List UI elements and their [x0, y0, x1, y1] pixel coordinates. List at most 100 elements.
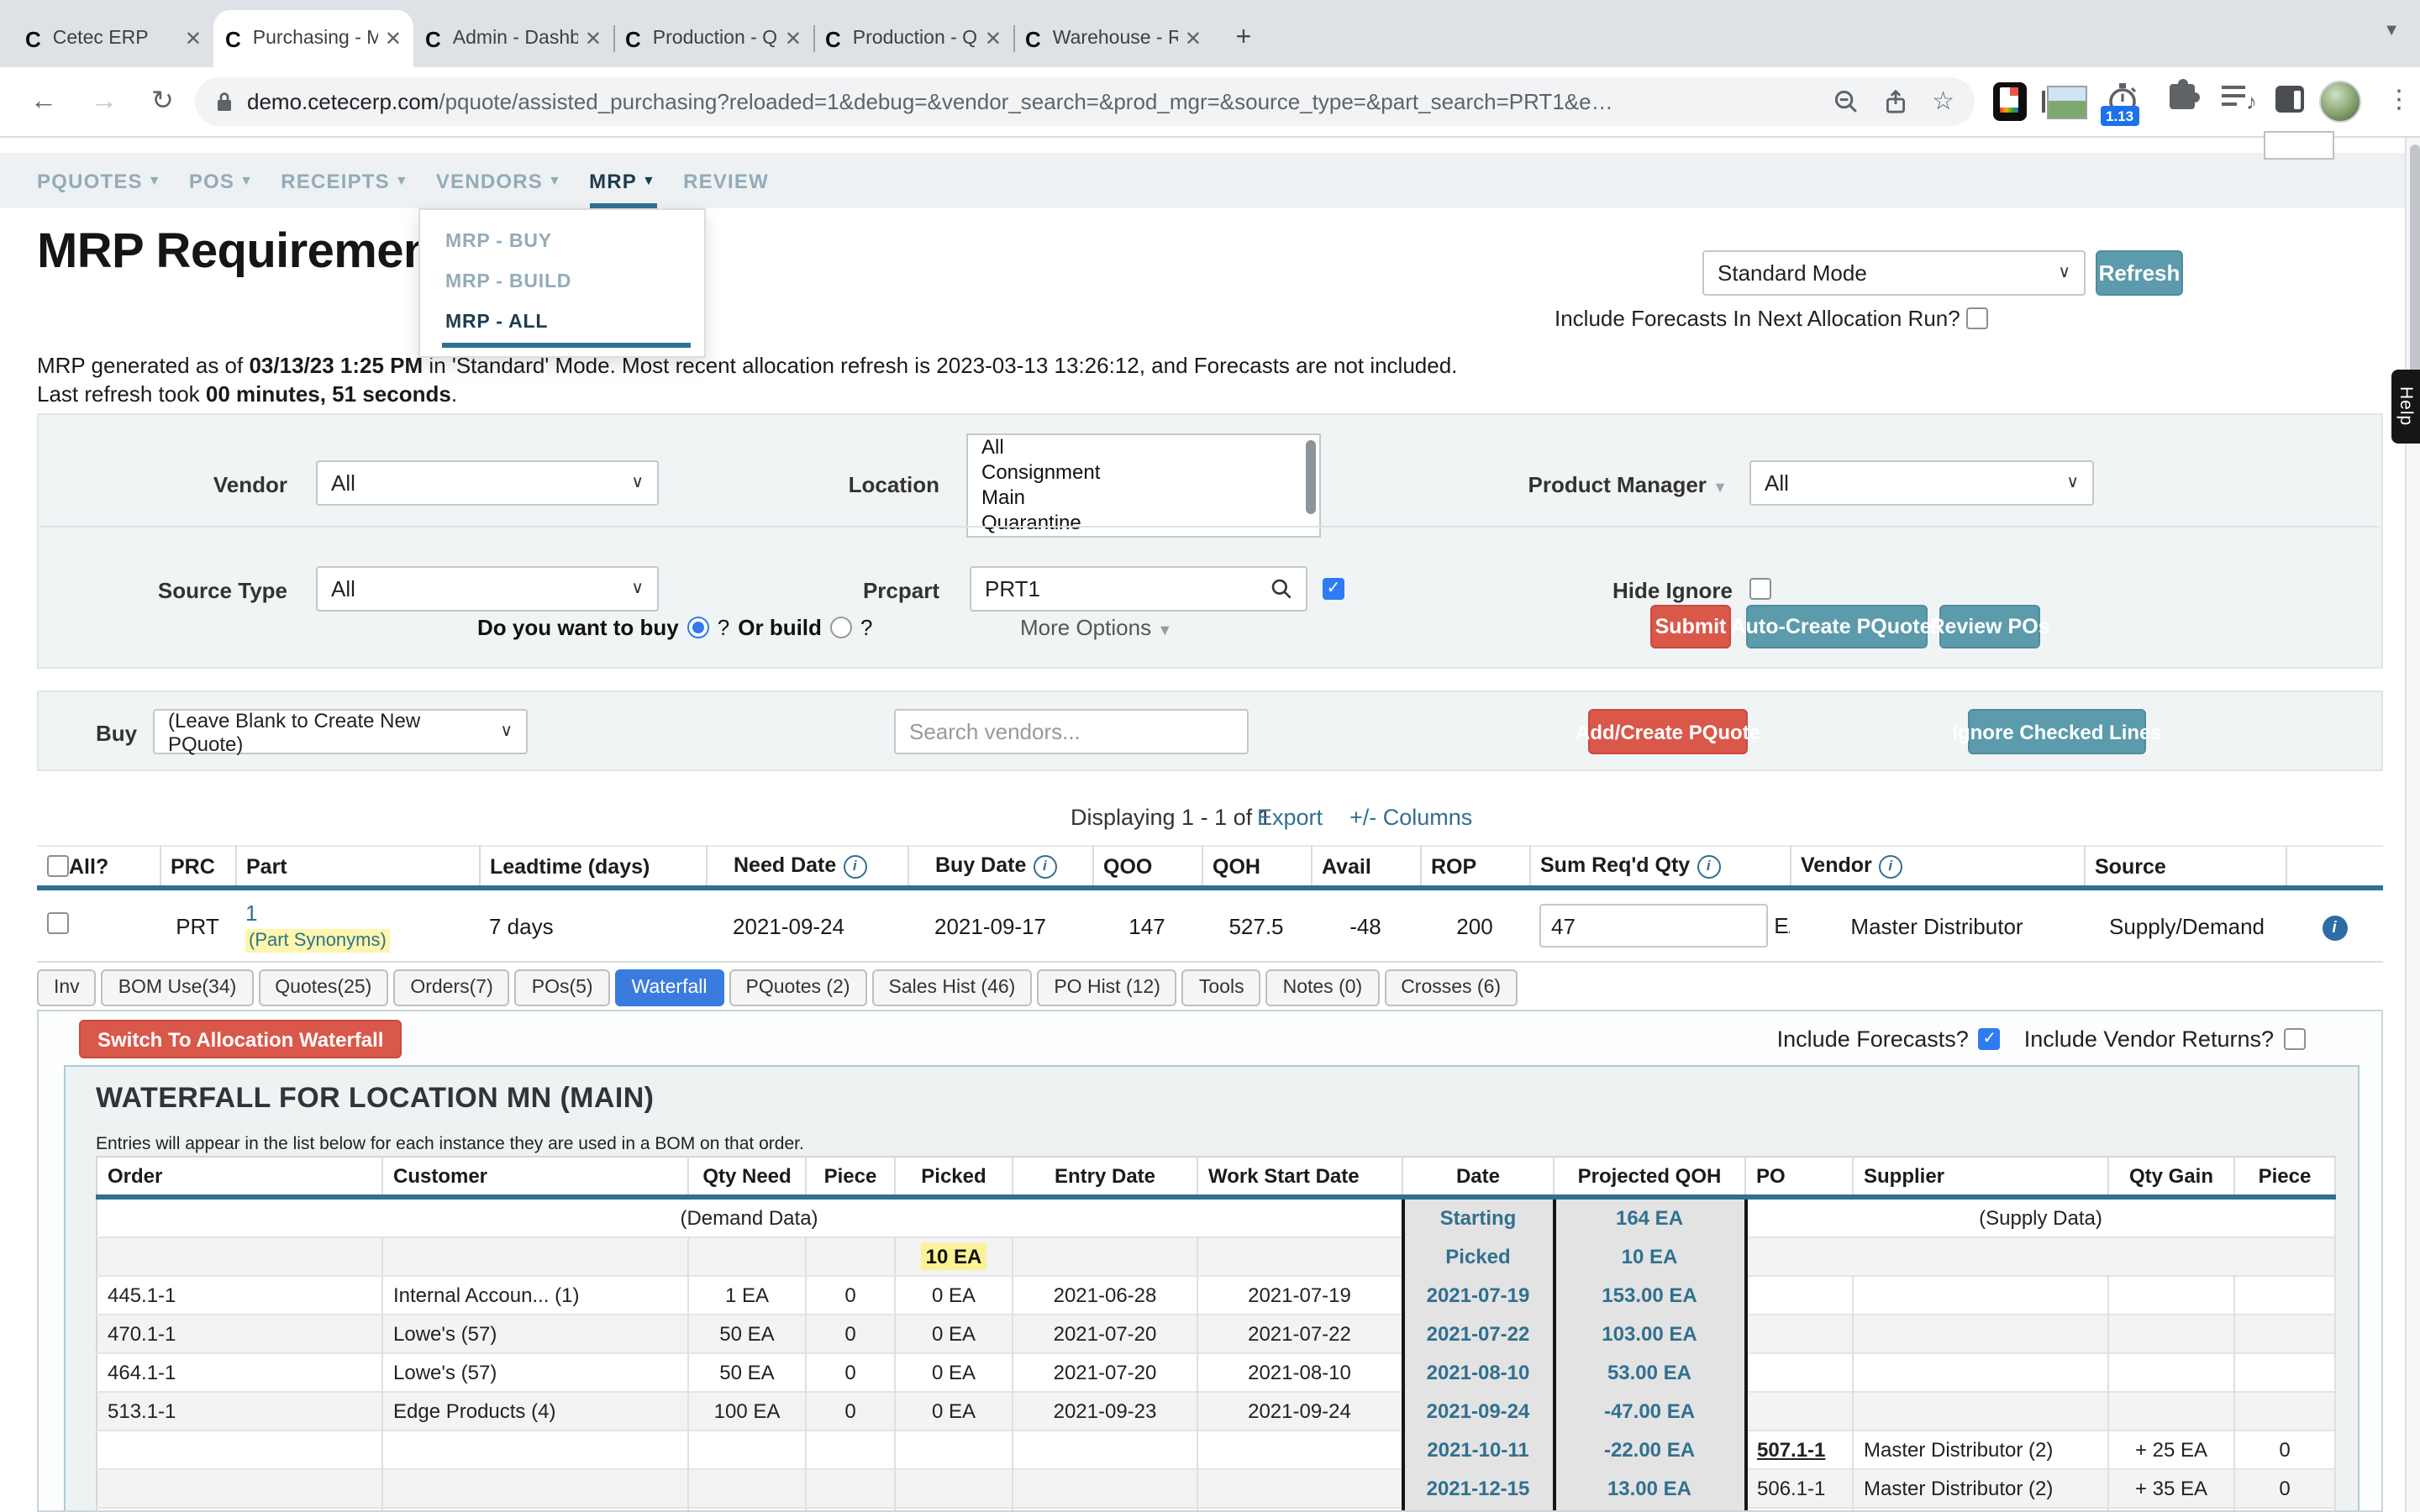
extension-timer-icon[interactable]: 1.13	[2106, 82, 2139, 116]
col-part[interactable]: Part	[235, 846, 479, 888]
tab-po-hist[interactable]: PO Hist (12)	[1037, 969, 1177, 1006]
mode-select[interactable]: Standard Mode ∨	[1702, 250, 2086, 296]
browser-tab-production-quality-1[interactable]: C Production - Quality ✕	[613, 10, 813, 67]
ignore-checked-lines-button[interactable]: Ignore Checked Lines	[1968, 709, 2146, 754]
tab-tools[interactable]: Tools	[1182, 969, 1261, 1006]
refresh-button[interactable]: Refresh	[2096, 250, 2183, 296]
menu-mrp[interactable]: MRP▼	[589, 153, 656, 208]
tab-bom-use[interactable]: BOM Use(34)	[102, 969, 254, 1006]
tab-close-icon[interactable]: ✕	[585, 27, 602, 50]
tab-orders[interactable]: Orders(7)	[393, 969, 509, 1006]
date-link[interactable]: 2021-08-10	[1402, 1353, 1554, 1392]
more-options-toggle[interactable]: More Options ▼	[1020, 615, 1172, 640]
tab-inv[interactable]: Inv	[37, 969, 97, 1006]
vendor-search-input[interactable]	[894, 709, 1249, 754]
forward-icon[interactable]: →	[91, 86, 118, 119]
vendor-link[interactable]: Master Distributor	[1790, 888, 2084, 962]
tab-close-icon[interactable]: ✕	[985, 27, 1002, 50]
review-pos-button[interactable]: Review POs	[1939, 605, 2040, 648]
col-prc[interactable]: PRC	[160, 846, 235, 888]
tab-waterfall[interactable]: Waterfall	[615, 969, 724, 1006]
auto-create-pquotes-button[interactable]: Auto-Create PQuotes	[1746, 605, 1928, 648]
browser-tab-production-quality-2[interactable]: C Production - Quality ✕	[813, 10, 1013, 67]
browser-tab-warehouse-receiving[interactable]: C Warehouse - Receiving ✕	[1013, 10, 1213, 67]
tab-close-icon[interactable]: ✕	[1185, 27, 1202, 50]
location-listbox[interactable]: All Consignment Main Quarantine	[966, 433, 1321, 538]
zoom-out-icon[interactable]	[1833, 89, 1858, 114]
order-link[interactable]: 513.1-1	[97, 1392, 382, 1431]
browser-tab-cetec-erp[interactable]: C Cetec ERP ✕	[13, 10, 213, 67]
switch-to-allocation-waterfall-button[interactable]: Switch To Allocation Waterfall	[79, 1020, 402, 1058]
menu-pquotes[interactable]: PQUOTES▼	[37, 153, 162, 208]
prcpart-input[interactable]: PRT1	[970, 566, 1307, 612]
extension-playlist-icon[interactable]: ♪	[2222, 84, 2255, 114]
date-link[interactable]: 2021-12-15	[1402, 1469, 1554, 1508]
avail-link[interactable]: -48	[1311, 888, 1420, 962]
browser-tab-admin-dashboards[interactable]: C Admin - Dashboards ✕	[413, 10, 613, 67]
menu-receipts[interactable]: RECEIPTS▼	[281, 153, 409, 208]
address-bar[interactable]: demo.cetecerp.com/pquote/assisted_purcha…	[195, 77, 1975, 126]
po-link[interactable]: 506.1-1	[1745, 1469, 1853, 1508]
col-vendor[interactable]: Vendori	[1790, 846, 2084, 888]
order-link[interactable]: 470.1-1	[97, 1315, 382, 1353]
share-icon[interactable]	[1883, 89, 1907, 114]
help-tab[interactable]: Help	[2391, 370, 2420, 444]
prcpart-exact-checkbox[interactable]: ✓	[1323, 578, 1344, 600]
info-icon[interactable]: i	[1879, 855, 1902, 879]
listbox-scrollbar[interactable]	[1306, 440, 1316, 514]
po-link[interactable]: 507.1-1	[1745, 1431, 1853, 1469]
extension-doc-icon[interactable]	[1993, 82, 2027, 121]
buy-radio[interactable]	[687, 616, 709, 638]
tab-pquotes[interactable]: PQuotes (2)	[729, 969, 867, 1006]
tab-search-chevron-icon[interactable]: ▼	[2383, 22, 2400, 40]
row-checkbox[interactable]	[47, 912, 69, 934]
product-manager-select[interactable]: All ∨	[1749, 460, 2094, 506]
columns-toggle-link[interactable]: +/- Columns	[1349, 805, 1472, 830]
order-link[interactable]: 464.1-1	[97, 1353, 382, 1392]
menu-item-mrp-buy[interactable]: MRP - BUY	[420, 222, 704, 262]
tab-close-icon[interactable]: ✕	[185, 27, 202, 50]
tab-quotes[interactable]: Quotes(25)	[258, 969, 388, 1006]
hide-ignore-checkbox[interactable]	[1749, 578, 1771, 600]
tab-notes[interactable]: Notes (0)	[1266, 969, 1380, 1006]
browser-menu-icon[interactable]: ⋮	[2386, 84, 2412, 114]
extensions-puzzle-icon[interactable]	[2170, 84, 2195, 109]
location-option-all[interactable]: All	[968, 435, 1319, 460]
part-link[interactable]: 1	[245, 900, 469, 926]
page-scrollbar[interactable]	[2405, 138, 2420, 1512]
po-link[interactable]: 511.1-1	[1745, 1508, 1853, 1512]
tab-sales-hist[interactable]: Sales Hist (46)	[872, 969, 1033, 1006]
select-all-checkbox[interactable]	[47, 854, 69, 876]
source-type-select[interactable]: All ∨	[316, 566, 659, 612]
vendor-select[interactable]: All ∨	[316, 460, 659, 506]
tab-pos[interactable]: POs(5)	[515, 969, 610, 1006]
extension-sidepanel-icon[interactable]	[2275, 86, 2304, 113]
menu-review[interactable]: REVIEW	[683, 153, 769, 208]
add-create-pquote-button[interactable]: Add/Create PQuote	[1588, 709, 1748, 754]
search-icon[interactable]	[1270, 578, 1292, 600]
location-option-main[interactable]: Main	[968, 486, 1319, 511]
pquote-select[interactable]: (Leave Blank to Create New PQuote) ∨	[153, 709, 528, 754]
date-link[interactable]: 2021-07-22	[1402, 1315, 1554, 1353]
sum-reqd-qty-input[interactable]	[1539, 904, 1768, 948]
export-link[interactable]: Export	[1257, 805, 1323, 830]
build-radio[interactable]	[830, 616, 852, 638]
menu-item-mrp-all[interactable]: MRP - ALL	[420, 302, 704, 343]
order-link[interactable]: 445.1-1	[97, 1276, 382, 1315]
submit-button[interactable]: Submit	[1650, 605, 1731, 648]
menu-pos[interactable]: POS▼	[189, 153, 254, 208]
prc-link[interactable]: PRT	[160, 888, 235, 962]
menu-vendors[interactable]: VENDORS▼	[436, 153, 562, 208]
reload-icon[interactable]: ↻	[151, 86, 174, 119]
info-icon[interactable]: i	[1033, 855, 1056, 879]
col-sum-reqd-qty[interactable]: Sum Req'd Qtyi	[1529, 846, 1790, 888]
include-vendor-returns-checkbox[interactable]	[2284, 1028, 2306, 1050]
bookmark-star-icon[interactable]: ☆	[1932, 90, 1954, 113]
row-info-icon[interactable]: i	[2322, 915, 2347, 940]
browser-tab-purchasing-mrp[interactable]: C Purchasing - MRP ✕	[213, 10, 413, 67]
date-link[interactable]: 2021-10-11	[1402, 1431, 1554, 1469]
menu-item-mrp-build[interactable]: MRP - BUILD	[420, 262, 704, 302]
scrollbar-thumb[interactable]	[2409, 144, 2419, 396]
date-link[interactable]: 2021-09-24	[1402, 1392, 1554, 1431]
col-need-date[interactable]: Need Datei	[706, 846, 908, 888]
